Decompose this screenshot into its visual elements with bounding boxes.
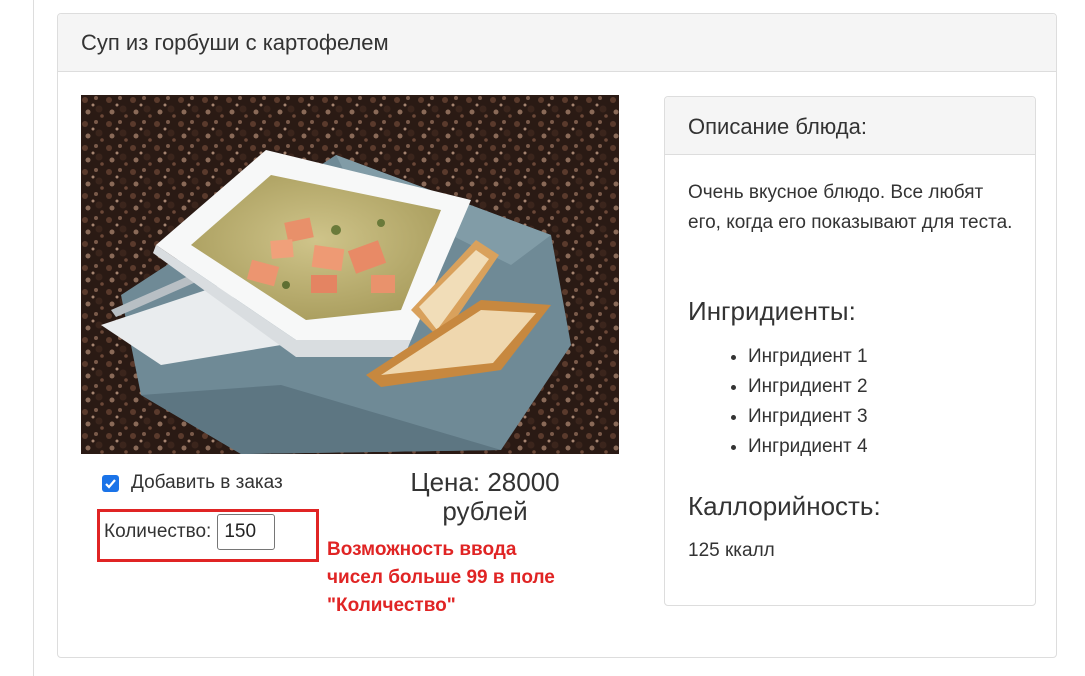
dish-card: Суп из горбуши с картофелем Добавить в з… — [57, 13, 1057, 658]
add-to-order-checkbox[interactable]: Добавить в заказ — [102, 472, 283, 494]
ingredient-item: Ингридиент 4 — [748, 432, 868, 462]
ingredient-item: Ингридиент 1 — [748, 342, 868, 372]
page-left-border — [33, 0, 34, 676]
description-text: Очень вкусное блюдо. Все любят его, когд… — [688, 182, 1013, 233]
dish-photo — [81, 95, 619, 454]
ingredient-item: Ингридиент 2 — [748, 372, 868, 402]
ingredient-item: Ингридиент 3 — [748, 402, 868, 432]
annotation-highlight-box — [97, 509, 319, 562]
description-heading: Описание блюда: — [665, 97, 1035, 155]
description-panel: Описание блюда: Очень вкусное блюдо. Все… — [664, 96, 1036, 606]
price-text: Цена: 28000 рублей — [410, 467, 560, 526]
calories-title: Каллорийность: — [688, 491, 881, 521]
calories-value: 125 ккалл — [688, 540, 775, 561]
add-to-order-label: Добавить в заказ — [131, 472, 283, 493]
dish-title: Суп из горбуши с картофелем — [58, 14, 1056, 72]
ingredients-list: Ингридиент 1 Ингридиент 2 Ингридиент 3 И… — [725, 342, 868, 462]
checkbox-checked-icon[interactable] — [102, 474, 119, 492]
ingredients-title: Ингридиенты: — [688, 296, 856, 326]
annotation-text: Возможность ввода чисел больше 99 в поле… — [327, 539, 555, 616]
